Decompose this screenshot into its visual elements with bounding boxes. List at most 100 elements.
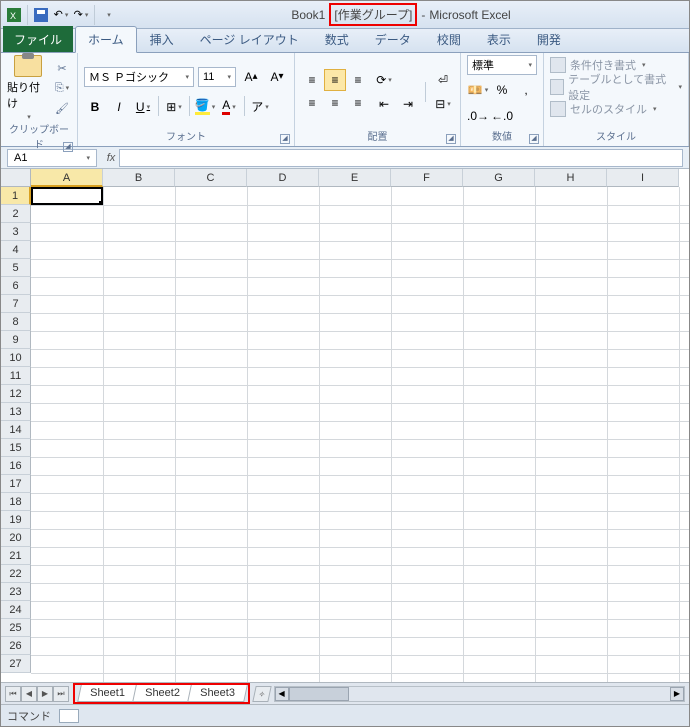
row-header[interactable]: 19 (1, 511, 31, 529)
sheet-nav-last-icon[interactable]: ⏭ (53, 686, 69, 702)
new-sheet-icon[interactable]: ✧ (252, 686, 271, 702)
decrease-decimal-icon[interactable]: ←.0 (491, 105, 513, 127)
cut-icon[interactable]: ✂ (53, 59, 71, 77)
comma-format-icon[interactable]: , (515, 79, 537, 101)
align-top-icon[interactable]: ≡ (301, 69, 323, 91)
column-header[interactable]: G (463, 169, 535, 187)
formula-bar[interactable] (119, 149, 683, 167)
fill-color-button[interactable]: 🪣▾ (194, 96, 216, 118)
column-header[interactable]: D (247, 169, 319, 187)
column-header[interactable]: F (391, 169, 463, 187)
tab-developer[interactable]: 開発 (524, 26, 574, 52)
decrease-indent-icon[interactable]: ⇤ (373, 93, 395, 115)
font-size-select[interactable]: 11▾ (198, 67, 236, 87)
row-header[interactable]: 17 (1, 475, 31, 493)
number-format-select[interactable]: 標準▾ (467, 55, 537, 75)
column-header[interactable]: I (607, 169, 679, 187)
fx-icon[interactable]: fx (103, 152, 119, 164)
row-header[interactable]: 27 (1, 655, 31, 673)
align-center-icon[interactable]: ≡ (324, 92, 346, 114)
tab-view[interactable]: 表示 (474, 26, 524, 52)
accounting-format-icon[interactable]: 💴▾ (467, 79, 489, 101)
row-header[interactable]: 16 (1, 457, 31, 475)
tab-insert[interactable]: 挿入 (137, 26, 187, 52)
row-header[interactable]: 10 (1, 349, 31, 367)
select-all-corner[interactable] (1, 169, 31, 187)
column-header[interactable]: C (175, 169, 247, 187)
row-header[interactable]: 20 (1, 529, 31, 547)
sheet-nav-first-icon[interactable]: ⏮ (5, 686, 21, 702)
row-header[interactable]: 14 (1, 421, 31, 439)
row-header[interactable]: 1 (1, 187, 31, 205)
row-header[interactable]: 23 (1, 583, 31, 601)
font-dialog-icon[interactable]: ◢ (280, 134, 290, 144)
active-cell[interactable] (31, 187, 103, 205)
align-bottom-icon[interactable]: ≡ (347, 69, 369, 91)
row-header[interactable]: 18 (1, 493, 31, 511)
border-button[interactable]: ⊞▾ (163, 96, 185, 118)
scroll-right-icon[interactable]: ▶ (670, 687, 684, 701)
tab-page-layout[interactable]: ページ レイアウト (187, 26, 312, 52)
sheet-tab[interactable]: Sheet3 (187, 685, 247, 702)
row-header[interactable]: 8 (1, 313, 31, 331)
percent-format-icon[interactable]: % (491, 79, 513, 101)
row-header[interactable]: 7 (1, 295, 31, 313)
sheet-tab[interactable]: Sheet1 (77, 685, 137, 702)
cell-styles-button[interactable]: セルのスタイル▾ (550, 99, 657, 119)
sheet-nav-prev-icon[interactable]: ◀ (21, 686, 37, 702)
italic-button[interactable]: I (108, 96, 130, 118)
cell-grid[interactable] (31, 187, 689, 682)
row-header[interactable]: 22 (1, 565, 31, 583)
row-header[interactable]: 25 (1, 619, 31, 637)
tab-home[interactable]: ホーム (75, 26, 137, 53)
merge-center-icon[interactable]: ⊟▾ (432, 93, 454, 115)
align-left-icon[interactable]: ≡ (301, 92, 323, 114)
horizontal-scrollbar[interactable]: ◀ ▶ (274, 686, 685, 702)
qat-customize-icon[interactable]: ▾ (99, 6, 117, 24)
number-dialog-icon[interactable]: ◢ (529, 134, 539, 144)
row-header[interactable]: 2 (1, 205, 31, 223)
scroll-thumb[interactable] (289, 687, 349, 701)
row-header[interactable]: 21 (1, 547, 31, 565)
tab-formulas[interactable]: 数式 (312, 26, 362, 52)
sheet-tab[interactable]: Sheet2 (132, 685, 192, 702)
scroll-left-icon[interactable]: ◀ (275, 687, 289, 701)
column-header[interactable]: H (535, 169, 607, 187)
row-header[interactable]: 26 (1, 637, 31, 655)
save-icon[interactable] (32, 6, 50, 24)
underline-button[interactable]: U▾ (132, 96, 154, 118)
row-header[interactable]: 11 (1, 367, 31, 385)
align-middle-icon[interactable]: ≡ (324, 69, 346, 91)
row-header[interactable]: 4 (1, 241, 31, 259)
tab-review[interactable]: 校閲 (424, 26, 474, 52)
orientation-icon[interactable]: ⟳▾ (373, 69, 395, 91)
decrease-font-icon[interactable]: A▾ (266, 66, 288, 88)
format-painter-icon[interactable]: 🖌 (53, 99, 71, 117)
increase-indent-icon[interactable]: ⇥ (397, 93, 419, 115)
column-header[interactable]: B (103, 169, 175, 187)
column-header[interactable]: A (31, 169, 103, 187)
bold-button[interactable]: B (84, 96, 106, 118)
redo-icon[interactable]: ↷▾ (72, 6, 90, 24)
macro-record-icon[interactable] (59, 709, 79, 723)
clipboard-dialog-icon[interactable]: ◢ (63, 142, 73, 152)
sheet-nav-next-icon[interactable]: ▶ (37, 686, 53, 702)
tab-data[interactable]: データ (362, 26, 424, 52)
alignment-dialog-icon[interactable]: ◢ (446, 134, 456, 144)
row-header[interactable]: 24 (1, 601, 31, 619)
paste-button[interactable]: 貼り付け ▾ (7, 55, 49, 121)
row-header[interactable]: 6 (1, 277, 31, 295)
row-header[interactable]: 5 (1, 259, 31, 277)
font-name-select[interactable]: ＭＳ Ｐゴシック▾ (84, 67, 194, 87)
undo-icon[interactable]: ↶▾ (52, 6, 70, 24)
align-right-icon[interactable]: ≡ (347, 92, 369, 114)
phonetic-button[interactable]: ア▾ (249, 96, 271, 118)
increase-font-icon[interactable]: A▴ (240, 66, 262, 88)
row-header[interactable]: 3 (1, 223, 31, 241)
row-header[interactable]: 9 (1, 331, 31, 349)
column-header[interactable]: E (319, 169, 391, 187)
format-as-table-button[interactable]: テーブルとして書式設定▾ (550, 77, 682, 97)
copy-icon[interactable]: ⎘▾ (53, 79, 71, 97)
font-color-button[interactable]: A▾ (218, 96, 240, 118)
row-header[interactable]: 13 (1, 403, 31, 421)
